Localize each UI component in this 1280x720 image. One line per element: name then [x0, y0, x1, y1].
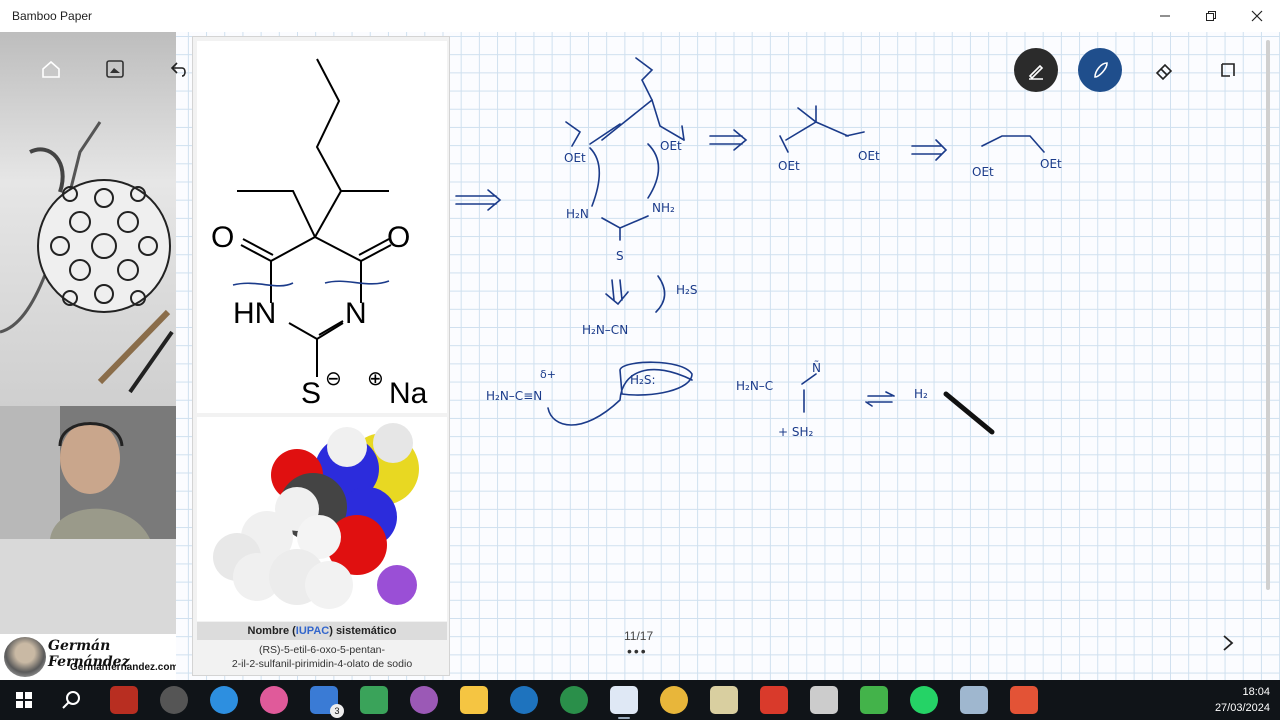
recorder-app[interactable]	[1010, 686, 1038, 714]
image-icon	[106, 60, 124, 78]
pdf-reader-app[interactable]	[760, 686, 788, 714]
vertical-scrollbar[interactable]	[1266, 40, 1270, 590]
bamboo-paper-app[interactable]	[610, 686, 638, 719]
whatsapp-app[interactable]	[910, 686, 938, 714]
camtasia-app[interactable]	[860, 686, 888, 714]
notepad-app[interactable]	[360, 686, 388, 714]
bamboo-paper-window: Bamboo Paper Germán Fernández Germanfern…	[0, 0, 1280, 720]
filezilla-app[interactable]	[110, 686, 138, 714]
title-bar: Bamboo Paper	[0, 0, 1280, 32]
chrome-app[interactable]	[660, 686, 688, 714]
close-button[interactable]	[1234, 0, 1280, 32]
media-player-app[interactable]	[160, 686, 188, 714]
clock-date: 27/03/2024	[1214, 702, 1270, 714]
webcam-feed	[0, 406, 176, 539]
window-title: Bamboo Paper	[12, 9, 93, 23]
home-button[interactable]	[38, 56, 64, 82]
thiopental-structure-drawing: O O HN N S ⊖ ⊕ Na	[211, 58, 428, 410]
3d-viewer-app[interactable]	[410, 686, 438, 714]
file-explorer-app[interactable]	[460, 686, 488, 714]
globe-app[interactable]	[510, 686, 538, 714]
home-icon	[42, 60, 60, 78]
insert-image-button[interactable]	[102, 56, 128, 82]
sodium-label: Na	[389, 377, 428, 410]
oxygen-left-label: O	[211, 221, 234, 254]
buckyball-illustration	[0, 121, 174, 394]
brush-tool-button[interactable]	[1078, 48, 1122, 92]
mail-badge: 3	[330, 704, 344, 718]
taskbar: 3 18:04 27/03/2024	[0, 680, 1280, 720]
page-indicator: 11/17	[624, 629, 654, 643]
iupac-link[interactable]: IUPAC	[296, 625, 329, 637]
skeletal-structure: O O HN N S ⊖ ⊕ Na	[197, 41, 447, 413]
fullerene-artwork	[0, 32, 176, 406]
nitrogen-label: N	[345, 297, 367, 330]
txc-app[interactable]	[710, 686, 738, 714]
minimize-icon	[1160, 15, 1170, 17]
clock-time: 18:04	[1242, 686, 1270, 698]
pen-icon	[1028, 64, 1044, 80]
photos-app[interactable]	[960, 686, 988, 714]
system-clock[interactable]: 18:04 27/03/2024	[1215, 684, 1270, 716]
minimize-button[interactable]	[1142, 0, 1188, 32]
eraser-icon	[1155, 63, 1173, 81]
oxygen-right-label: O	[387, 221, 410, 254]
hn-label: HN	[233, 297, 276, 330]
molecule-info-card[interactable]: O O HN N S ⊖ ⊕ Na Nombre (IUPAC) sistemá…	[192, 36, 450, 676]
close-icon	[1251, 10, 1263, 22]
author-website: Germanfernandez.com	[70, 662, 176, 673]
eraser-tool-button[interactable]	[1142, 48, 1186, 92]
inkscape-app[interactable]	[810, 686, 838, 714]
positive-charge-label: ⊕	[367, 366, 384, 390]
edge-app[interactable]	[210, 686, 238, 714]
chevron-right-icon	[1223, 635, 1234, 651]
brush-icon	[1094, 62, 1108, 78]
page-menu-button[interactable]: •••	[627, 643, 648, 659]
author-avatar	[4, 637, 46, 677]
space-filling-model	[197, 417, 447, 621]
windows-icon	[16, 692, 32, 708]
systematic-name: (RS)-5-etil-6-oxo-5-pentan- 2-il-2-sulfa…	[231, 644, 413, 670]
restore-icon	[1206, 11, 1216, 21]
next-page-button[interactable]	[1218, 632, 1238, 654]
author-branding: Germán Fernández Germanfernandez.com	[0, 634, 176, 680]
cd-app[interactable]	[560, 686, 588, 714]
iupac-caption-heading: Nombre (IUPAC) sistemático	[197, 622, 447, 640]
lasso-icon	[1221, 63, 1235, 77]
search-button[interactable]	[58, 686, 86, 714]
undo-icon	[170, 62, 186, 77]
lasso-tool-button[interactable]	[1206, 48, 1250, 92]
undo-button[interactable]	[166, 56, 192, 82]
search-icon	[62, 691, 80, 709]
presenter-panel: Germán Fernández Germanfernandez.com	[0, 32, 176, 680]
presenter-video	[0, 406, 176, 539]
webcam-background	[0, 539, 176, 634]
negative-charge-label: ⊖	[325, 366, 342, 390]
restore-button[interactable]	[1188, 0, 1234, 32]
pen-tool-button[interactable]	[1014, 48, 1058, 92]
space-filling-model-drawing	[213, 423, 419, 609]
mail-app[interactable]: 3	[310, 686, 344, 718]
start-button[interactable]	[10, 686, 38, 714]
sulfur-label: S	[301, 377, 321, 410]
paint-app[interactable]	[260, 686, 288, 714]
